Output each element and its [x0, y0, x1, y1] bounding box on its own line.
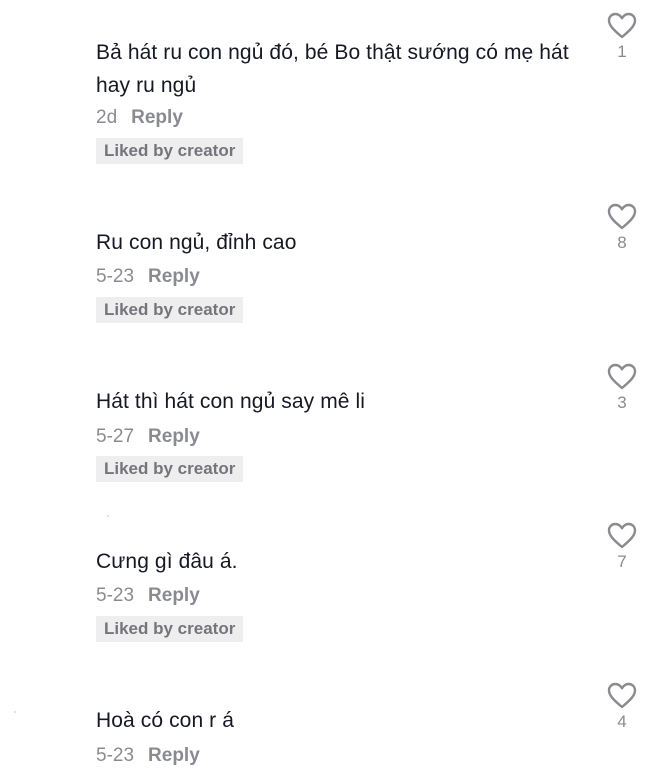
heart-outline-icon[interactable] — [607, 203, 637, 230]
comments-list: Bả hát ru con ngủ đó, bé Bo thật sướng c… — [0, 0, 660, 776]
like-control: 7 — [604, 522, 640, 573]
comment-meta: 5-23 Reply — [96, 584, 200, 608]
comment-meta: 5-23 Reply — [96, 744, 200, 768]
like-count: 4 — [617, 712, 627, 731]
comment-text: Cưng gì đâu á. — [96, 550, 238, 573]
like-control: 1 — [604, 12, 640, 63]
like-control: 4 — [604, 682, 640, 733]
liked-by-creator-badge: Liked by creator — [96, 456, 244, 482]
reply-button[interactable]: Reply — [131, 106, 183, 130]
heart-outline-icon[interactable] — [607, 682, 637, 709]
background-speck — [107, 515, 109, 517]
comment-date: 5-27 — [96, 426, 135, 447]
like-control: 3 — [604, 363, 640, 414]
comment-date: 2d — [96, 107, 118, 128]
heart-outline-icon[interactable] — [607, 363, 637, 390]
reply-button[interactable]: Reply — [148, 425, 200, 449]
comment-date: 5-23 — [96, 585, 135, 606]
liked-by-creator-badge: Liked by creator — [96, 297, 244, 323]
comment-text: Hoà có con r á — [96, 709, 234, 732]
comment-text: Hát thì hát con ngủ say mê li — [96, 390, 366, 413]
heart-outline-icon[interactable] — [607, 12, 637, 39]
comment-meta: 5-23 Reply — [96, 265, 200, 289]
like-count: 7 — [617, 552, 627, 571]
comment-text: Ru con ngủ, đỉnh cao — [96, 231, 297, 254]
like-count: 3 — [617, 393, 627, 412]
liked-by-creator-badge: Liked by creator — [96, 616, 244, 642]
comment-date: 5-23 — [96, 745, 135, 766]
reply-button[interactable]: Reply — [148, 744, 200, 768]
comment-date: 5-23 — [96, 266, 135, 287]
heart-outline-icon[interactable] — [607, 522, 637, 549]
like-count: 1 — [617, 42, 627, 61]
reply-button[interactable]: Reply — [148, 265, 200, 289]
like-control: 8 — [604, 203, 640, 254]
liked-by-creator-badge: Liked by creator — [96, 138, 244, 164]
reply-button[interactable]: Reply — [148, 584, 200, 608]
like-count: 8 — [617, 233, 627, 252]
comment-meta: 2d Reply — [96, 106, 183, 130]
background-speck — [14, 711, 16, 713]
comment-meta: 5-27 Reply — [96, 425, 200, 449]
comment-text: Bả hát ru con ngủ đó, bé Bo thật sướng c… — [96, 41, 569, 97]
